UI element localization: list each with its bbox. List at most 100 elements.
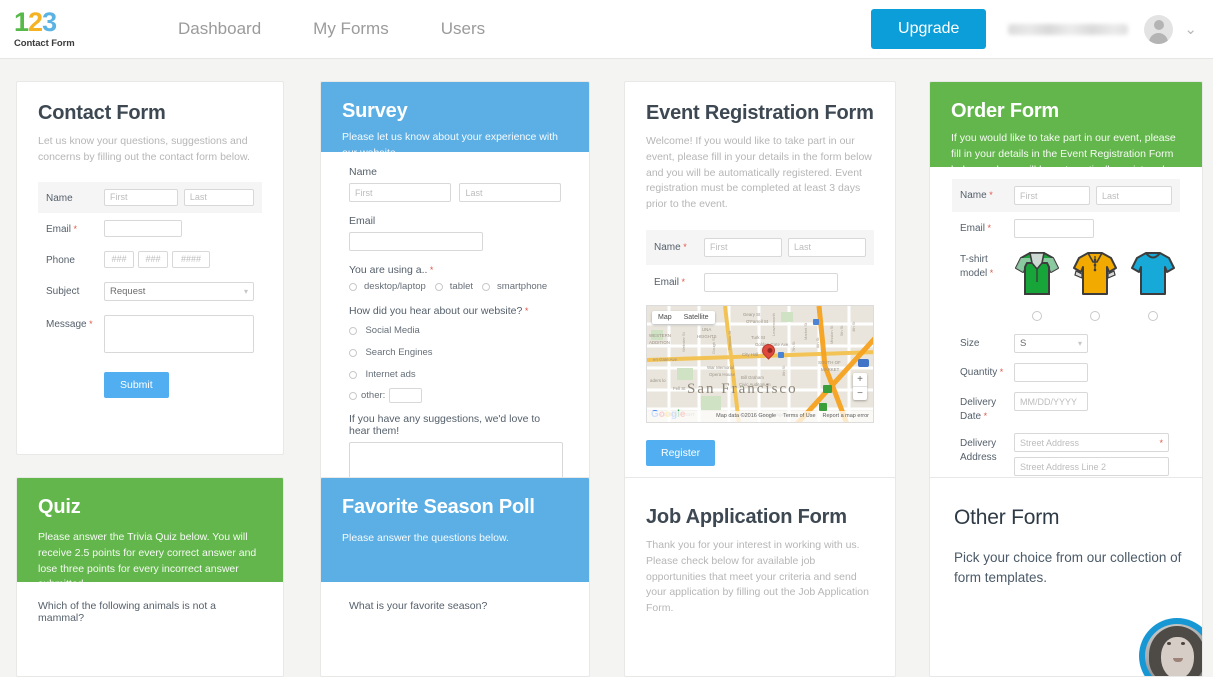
radio-tshirt-green[interactable] — [1032, 310, 1042, 321]
input-phone-area[interactable]: ### — [104, 250, 134, 268]
form-row-delivery-date: Delivery Date * MM/DD/YYYY — [952, 387, 1180, 428]
card-job-application[interactable]: Job Application Form Thank you for your … — [624, 477, 896, 677]
tshirt-option-orange[interactable] — [1072, 249, 1118, 325]
radio-social-media[interactable] — [349, 326, 357, 335]
input-street-address[interactable]: Street Address * — [1014, 433, 1169, 452]
textarea-message[interactable] — [104, 314, 254, 353]
input-email[interactable] — [104, 219, 182, 237]
radio-smartphone[interactable] — [482, 282, 491, 291]
map-attrib-report[interactable]: Report a map error — [823, 413, 869, 419]
input-email[interactable] — [1014, 219, 1094, 238]
radio-tshirt-orange[interactable] — [1090, 310, 1100, 321]
chevron-down-icon[interactable]: ⌄ — [1184, 20, 1197, 38]
upgrade-button[interactable]: Upgrade — [871, 9, 987, 49]
input-first-name[interactable]: First — [104, 188, 178, 206]
map-zoom-control[interactable]: + − — [853, 372, 867, 400]
form-row-email: Email * — [952, 212, 1180, 245]
label-suggestions: If you have any suggestions, we'd love t… — [349, 413, 541, 437]
required-marker: * — [985, 223, 992, 233]
map-attrib-terms[interactable]: Terms of Use — [783, 413, 815, 419]
radio-internet-ads[interactable] — [349, 370, 357, 379]
input-last-name[interactable]: Last — [788, 237, 866, 257]
select-size-value: S — [1020, 338, 1027, 349]
label-size: Size — [960, 338, 980, 349]
card-description: Please answer the questions below. — [342, 532, 509, 544]
top-navigation-bar: 1 2 3 Contact Form Dashboard My Forms Us… — [0, 0, 1213, 59]
support-chat-avatar[interactable] — [1139, 618, 1202, 676]
tshirt-option-blue[interactable] — [1130, 249, 1176, 325]
form-row-phone: Phone ### ### #### — [38, 244, 262, 275]
card-event-registration[interactable]: Event Registration Form Welcome! If you … — [624, 81, 896, 521]
svg-text:UNA: UNA — [702, 327, 711, 332]
input-phone-line[interactable]: #### — [172, 250, 210, 268]
input-first-name[interactable]: First — [704, 237, 782, 257]
nav-item-my-forms[interactable]: My Forms — [287, 19, 415, 39]
map-zoom-out-button[interactable]: − — [853, 387, 867, 400]
required-marker: * — [71, 223, 78, 234]
chevron-down-icon: ▾ — [1077, 339, 1082, 348]
input-other-source[interactable] — [389, 388, 423, 403]
svg-text:Turk St: Turk St — [751, 335, 766, 340]
input-first-name[interactable]: First — [349, 183, 452, 202]
map-button-satellite[interactable]: Satellite — [678, 311, 715, 324]
radio-tshirt-blue[interactable] — [1148, 310, 1158, 321]
user-avatar-icon[interactable] — [1144, 14, 1174, 44]
radio-label-search-engines: Search Engines — [365, 347, 433, 359]
card-order-form[interactable]: Order Form If you would like to take par… — [929, 81, 1203, 521]
logo-subtitle: Contact Form — [14, 37, 75, 49]
radio-label-other: other: — [361, 390, 386, 401]
label-subject: Subject — [46, 285, 80, 297]
required-marker: * — [1159, 437, 1163, 448]
form-row-tshirt-model: T-shirt model * — [952, 245, 1180, 329]
label-email: Email * — [960, 223, 992, 234]
input-street-address-2[interactable]: Street Address Line 2 — [1014, 457, 1169, 476]
input-email[interactable] — [349, 232, 483, 251]
select-subject[interactable]: Request ▾ — [104, 281, 254, 301]
card-favorite-season-poll[interactable]: Favorite Season Poll Please answer the q… — [320, 477, 590, 677]
radio-other[interactable] — [349, 391, 357, 400]
nav-item-dashboard[interactable]: Dashboard — [152, 19, 287, 39]
input-first-name[interactable]: First — [1014, 186, 1090, 205]
required-marker: * — [981, 410, 988, 421]
top-right-area: Upgrade ⌄ — [871, 9, 1197, 49]
input-last-name[interactable]: Last — [459, 183, 561, 202]
label-name: Name * — [960, 190, 993, 201]
card-quiz[interactable]: Quiz Please answer the Trivia Quiz below… — [16, 477, 284, 677]
radio-tablet[interactable] — [434, 282, 443, 291]
input-email[interactable] — [704, 272, 838, 292]
label-name: Name — [349, 166, 378, 178]
app-logo[interactable]: 1 2 3 Contact Form — [14, 8, 84, 49]
input-quantity[interactable] — [1014, 363, 1088, 382]
input-phone-prefix[interactable]: ### — [138, 250, 168, 268]
radio-label-desktop-laptop: desktop/laptop — [364, 281, 426, 292]
svg-text:City Hall: City Hall — [742, 352, 758, 357]
tshirt-option-green[interactable] — [1014, 249, 1060, 325]
textarea-suggestions[interactable] — [349, 442, 563, 480]
input-last-name[interactable]: Last — [1096, 186, 1172, 205]
required-marker: * — [997, 367, 1004, 377]
card-description: If you would like to take part in our ev… — [951, 132, 1176, 176]
radio-search-engines[interactable] — [349, 348, 357, 357]
label-quantity: Quantity * — [960, 367, 1004, 378]
radio-desktop-laptop[interactable] — [349, 282, 357, 291]
label-message: Message * — [46, 318, 93, 330]
card-contact-form[interactable]: Contact Form Let us know your questions,… — [16, 81, 284, 455]
submit-button[interactable]: Submit — [104, 371, 169, 398]
map-zoom-in-button[interactable]: + — [853, 373, 867, 387]
map-button-map[interactable]: Map — [652, 311, 678, 324]
location-map[interactable]: Geary St O'Farrell St Turk St Golden Gate … — [646, 304, 874, 423]
nav-item-users[interactable]: Users — [415, 19, 511, 39]
avatar-eye-right — [1181, 642, 1185, 645]
register-button[interactable]: Register — [646, 439, 716, 466]
label-name: Name * — [654, 241, 687, 253]
map-type-control[interactable]: Map Satellite — [652, 310, 715, 324]
radio-label-tablet: tablet — [449, 281, 474, 292]
select-size[interactable]: S ▾ — [1014, 334, 1088, 353]
card-other-form[interactable]: Other Form Pick your choice from our col… — [929, 477, 1203, 677]
input-last-name[interactable]: Last — [183, 188, 254, 206]
map-attrib-data: Map data ©2016 Google — [716, 413, 777, 420]
input-delivery-date[interactable]: MM/DD/YYYY — [1014, 392, 1088, 411]
svg-text:7th St: 7th St — [791, 340, 796, 351]
svg-text:aders lo: aders lo — [650, 378, 666, 383]
card-survey[interactable]: Survey Please let us know about your exp… — [320, 81, 590, 521]
